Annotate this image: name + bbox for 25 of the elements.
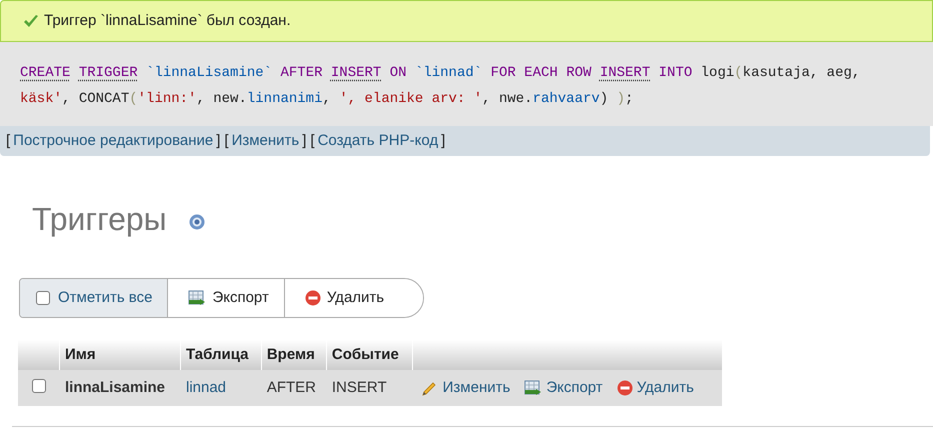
bracket-text: ] bbox=[302, 130, 306, 151]
bracket-text: [ bbox=[310, 130, 315, 151]
time-cell-text: AFTER bbox=[266, 378, 317, 398]
success-message: Триггер `linnaLisamine` был создан. bbox=[44, 10, 291, 31]
bracket-text: [ bbox=[6, 130, 10, 151]
bracket-text: [ bbox=[224, 130, 229, 151]
page-heading: Триггеры bbox=[32, 200, 167, 239]
spreadsheet-export-icon bbox=[524, 380, 542, 396]
query-link[interactable]: Построчное редактирование bbox=[10, 130, 216, 152]
query-link[interactable]: Изменить bbox=[228, 130, 302, 152]
checkmark-icon bbox=[23, 14, 39, 28]
trigger-name-cell-text: linnaLisamine bbox=[64, 378, 166, 398]
help-icon[interactable] bbox=[188, 214, 205, 230]
bracket-text: ] bbox=[216, 130, 220, 151]
sql-code-line: CREATE TRIGGER `linnaLisamine` AFTER INSERT ON `linnad` FOR EACH ROW INSERT INTO logi(kasutaja, aeg, bbox=[20, 64, 862, 83]
event-cell-text: INSERT bbox=[330, 378, 388, 398]
sql-code-line: käsk', CONCAT('linn:', new.linnanimi, ', elanike arv: ', nwe.rahvaarv) ); bbox=[20, 90, 634, 109]
checkbox[interactable] bbox=[32, 379, 46, 394]
export-link[interactable]: Экспорт bbox=[524, 376, 603, 400]
query-link[interactable]: Создать PHP-код bbox=[314, 130, 442, 152]
delete-link[interactable]: Удалить bbox=[616, 376, 694, 400]
bracket-text: ] bbox=[441, 130, 446, 151]
table-link[interactable]: linnad bbox=[186, 378, 226, 396]
edit-link[interactable]: Изменить bbox=[420, 376, 510, 400]
delete-icon bbox=[616, 380, 633, 396]
